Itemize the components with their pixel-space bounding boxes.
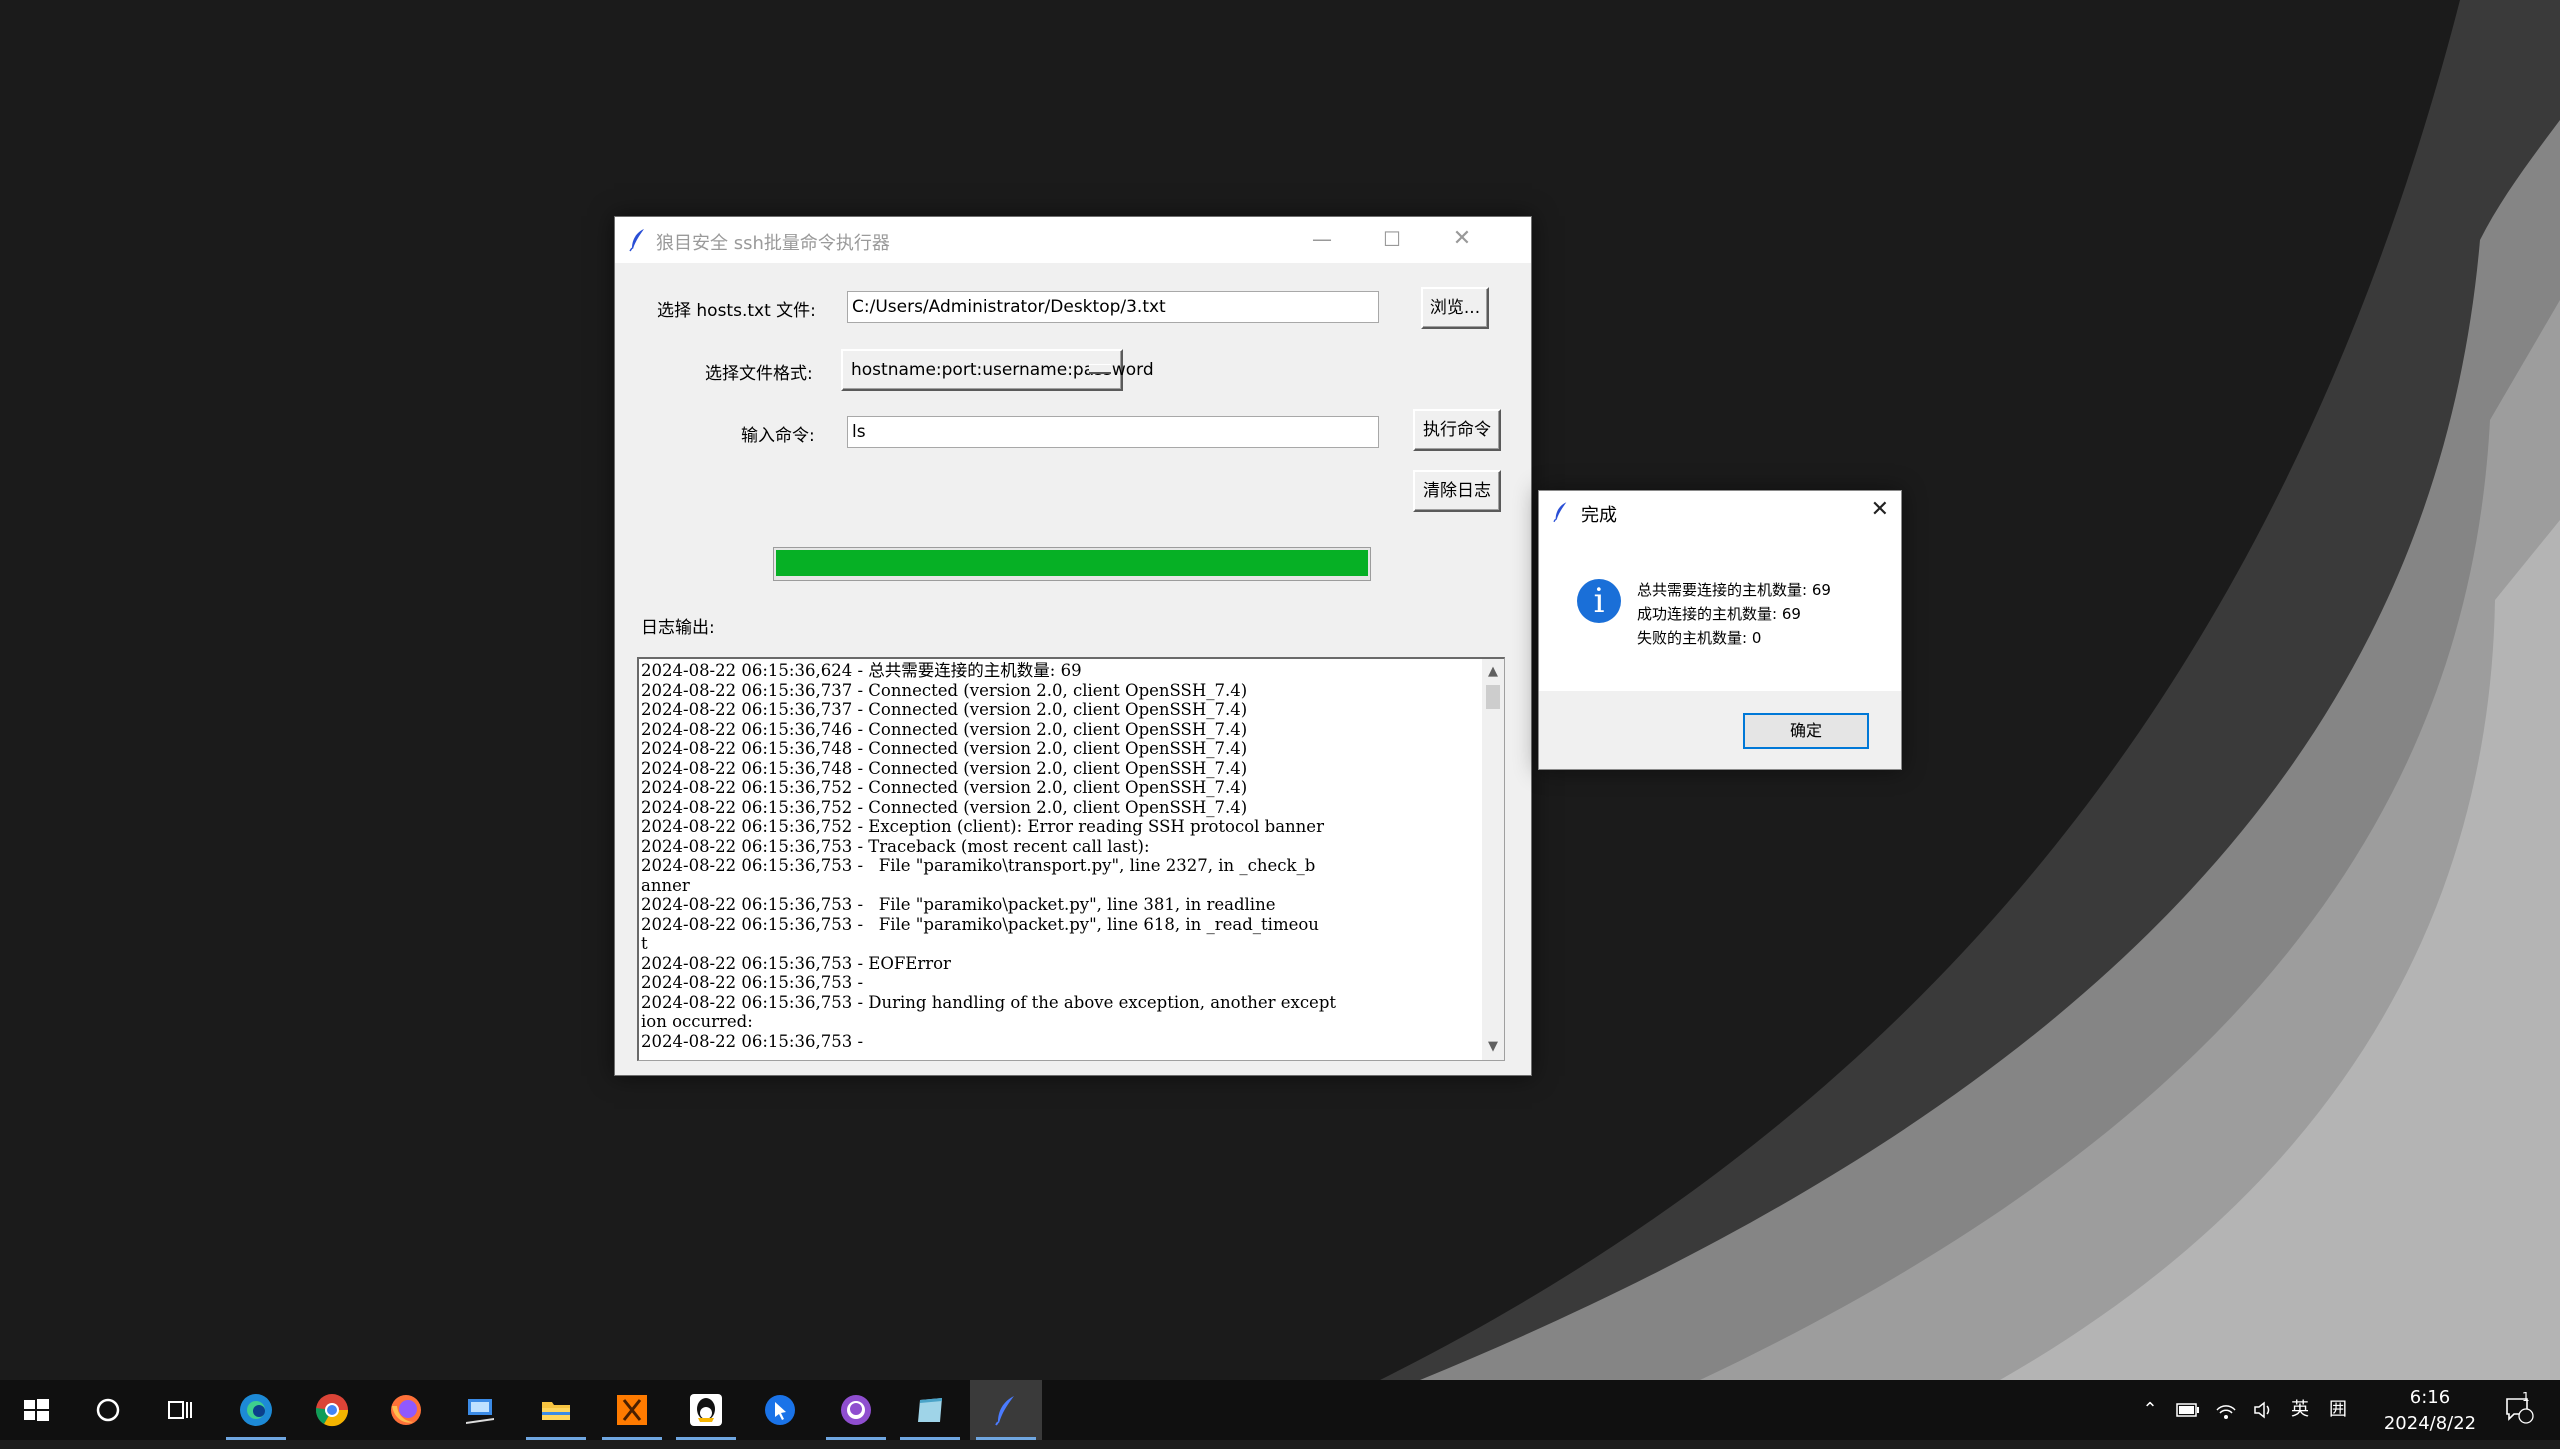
log-line: 2024-08-22 06:15:36,753 - During handlin… (641, 992, 1337, 1012)
info-icon: i (1577, 579, 1621, 623)
feather-icon (629, 229, 644, 252)
folder-icon (542, 1402, 570, 1420)
chrome-icon (315, 1394, 349, 1427)
dialog-title: 完成 (1581, 505, 1617, 526)
log-line: 2024-08-22 06:15:36,753 - File "paramiko… (641, 914, 1319, 934)
taskbar-github[interactable] (820, 1380, 892, 1440)
log-line: 2024-08-22 06:15:36,753 - Traceback (mos… (641, 836, 1150, 856)
log-line: anner (641, 875, 690, 895)
ok-button[interactable]: 确定 (1743, 713, 1869, 749)
search-circle-icon (96, 1398, 120, 1422)
log-line: 2024-08-22 06:15:36,753 - (641, 973, 864, 992)
close-button[interactable]: ✕ (1427, 217, 1497, 263)
firefox-icon (391, 1395, 421, 1425)
taskbar-chrome[interactable] (296, 1380, 368, 1440)
task-view-button[interactable] (144, 1380, 216, 1440)
notepad-icon (918, 1398, 942, 1422)
taskbar: ⌃ 英 囲 6:16 2024/8/22 1 (0, 1380, 2560, 1440)
teamviewer-icon (765, 1395, 795, 1425)
log-line: 2024-08-22 06:15:36,746 - Connected (ver… (641, 719, 1248, 739)
log-line: 2024-08-22 06:15:36,752 - Connected (ver… (641, 778, 1248, 797)
feather-icon (1553, 502, 1567, 523)
maximize-button[interactable]: ☐ (1357, 217, 1427, 263)
start-button[interactable] (0, 1380, 72, 1440)
execute-command-button[interactable]: 执行命令 (1413, 409, 1501, 451)
feather-icon (995, 1396, 1014, 1426)
scroll-up-icon[interactable]: ▲ (1482, 661, 1504, 683)
log-line: 2024-08-22 06:15:36,752 - Connected (ver… (641, 797, 1248, 817)
task-view-icon (168, 1401, 192, 1419)
notification-center-button[interactable]: 1 (2494, 1380, 2544, 1440)
taskbar-qq[interactable] (670, 1380, 742, 1440)
clock-time[interactable]: 6:16 (2380, 1387, 2480, 1408)
progress-fill (776, 550, 1368, 576)
qq-penguin-icon (690, 1394, 722, 1426)
log-line: 2024-08-22 06:15:36,753 - File "paramiko… (641, 895, 1276, 914)
windows-logo-icon (24, 1399, 49, 1421)
search-button[interactable] (72, 1380, 144, 1440)
log-scrollbar[interactable]: ▲ ▼ (1482, 659, 1504, 1060)
dialog-footer: 确定 (1539, 691, 1901, 769)
clear-log-button[interactable]: 清除日志 (1413, 470, 1501, 512)
command-input[interactable]: ls (847, 416, 1379, 448)
command-label: 输入命令: (741, 426, 815, 446)
taskbar-file-explorer[interactable] (520, 1380, 592, 1440)
file-format-select[interactable]: hostname:port:username:password (841, 349, 1154, 391)
volume-icon[interactable] (2246, 1380, 2282, 1440)
github-icon (841, 1395, 871, 1425)
scroll-down-icon[interactable]: ▼ (1482, 1036, 1504, 1058)
log-line: 2024-08-22 06:15:36,753 - File "paramiko… (641, 856, 1316, 875)
log-line: 2024-08-22 06:15:36,748 - Connected (ver… (641, 739, 1248, 758)
log-line: 2024-08-22 06:15:36,624 - 总共需要连接的主机数量: 6… (641, 661, 1082, 680)
ime-language-indicator[interactable]: 英 (2282, 1380, 2318, 1440)
taskbar-python-tk[interactable] (970, 1380, 1042, 1440)
taskbar-xshell[interactable] (596, 1380, 668, 1440)
log-line: 2024-08-22 06:15:36,737 - Connected (ver… (641, 680, 1248, 700)
notification-count-badge: 1 (2522, 1390, 2530, 1404)
minimize-button[interactable]: — (1287, 217, 1357, 263)
tray-overflow-icon[interactable]: ⌃ (2136, 1380, 2164, 1440)
dialog-failed-hosts: 失败的主机数量: 0 (1637, 629, 1762, 647)
edge-icon (240, 1394, 272, 1426)
dialog-success-hosts: 成功连接的主机数量: 69 (1637, 605, 1801, 623)
xshell-icon (617, 1395, 647, 1425)
remote-desktop-icon (466, 1399, 494, 1424)
scroll-thumb[interactable] (1486, 685, 1500, 709)
taskbar-edge[interactable] (220, 1380, 292, 1440)
hosts-file-input[interactable]: C:/Users/Administrator/Desktop/3.txt (847, 291, 1379, 323)
dropdown-indicator-icon (1089, 364, 1111, 374)
log-line: ion occurred: (641, 1012, 753, 1031)
hosts-file-label: 选择 hosts.txt 文件: (657, 301, 816, 321)
taskbar-firefox[interactable] (370, 1380, 442, 1440)
main-window: 狼目安全 ssh批量命令执行器 — ☐ ✕ 选择 hosts.txt 文件: C… (614, 216, 1532, 1076)
battery-icon[interactable] (2170, 1380, 2206, 1440)
title-bar[interactable]: 狼目安全 ssh批量命令执行器 — ☐ ✕ (615, 217, 1531, 263)
log-line: t (641, 934, 648, 953)
log-output-area[interactable]: 2024-08-22 06:15:36,624 - 总共需要连接的主机数量: 6… (637, 657, 1505, 1061)
taskbar-remote-desktop[interactable] (444, 1380, 516, 1440)
log-line: 2024-08-22 06:15:36,737 - Connected (ver… (641, 700, 1248, 719)
log-text: 2024-08-22 06:15:36,624 - 总共需要连接的主机数量: 6… (641, 661, 1483, 1057)
taskbar-notepad[interactable] (894, 1380, 966, 1440)
clock-date[interactable]: 2024/8/22 (2366, 1413, 2494, 1434)
progress-bar (773, 547, 1371, 581)
log-line: 2024-08-22 06:15:36,752 - Exception (cli… (641, 817, 1324, 836)
file-format-label: 选择文件格式: (705, 364, 813, 384)
network-icon[interactable] (2208, 1380, 2244, 1440)
dialog-close-button[interactable]: ✕ (1871, 497, 1889, 522)
dialog-total-hosts: 总共需要连接的主机数量: 69 (1637, 581, 1831, 599)
log-line: 2024-08-22 06:15:36,753 - (641, 1031, 864, 1051)
log-line: 2024-08-22 06:15:36,753 - EOFError (641, 953, 951, 973)
completion-dialog: 完成 ✕ i 总共需要连接的主机数量: 69 成功连接的主机数量: 69 失败的… (1538, 490, 1902, 770)
ime-mode-icon[interactable]: 囲 (2320, 1380, 2356, 1440)
taskbar-teamviewer[interactable] (744, 1380, 816, 1440)
browse-button[interactable]: 浏览... (1421, 287, 1489, 329)
log-line: 2024-08-22 06:15:36,748 - Connected (ver… (641, 758, 1248, 778)
log-output-label: 日志输出: (641, 618, 715, 638)
window-title: 狼目安全 ssh批量命令执行器 (656, 233, 890, 254)
